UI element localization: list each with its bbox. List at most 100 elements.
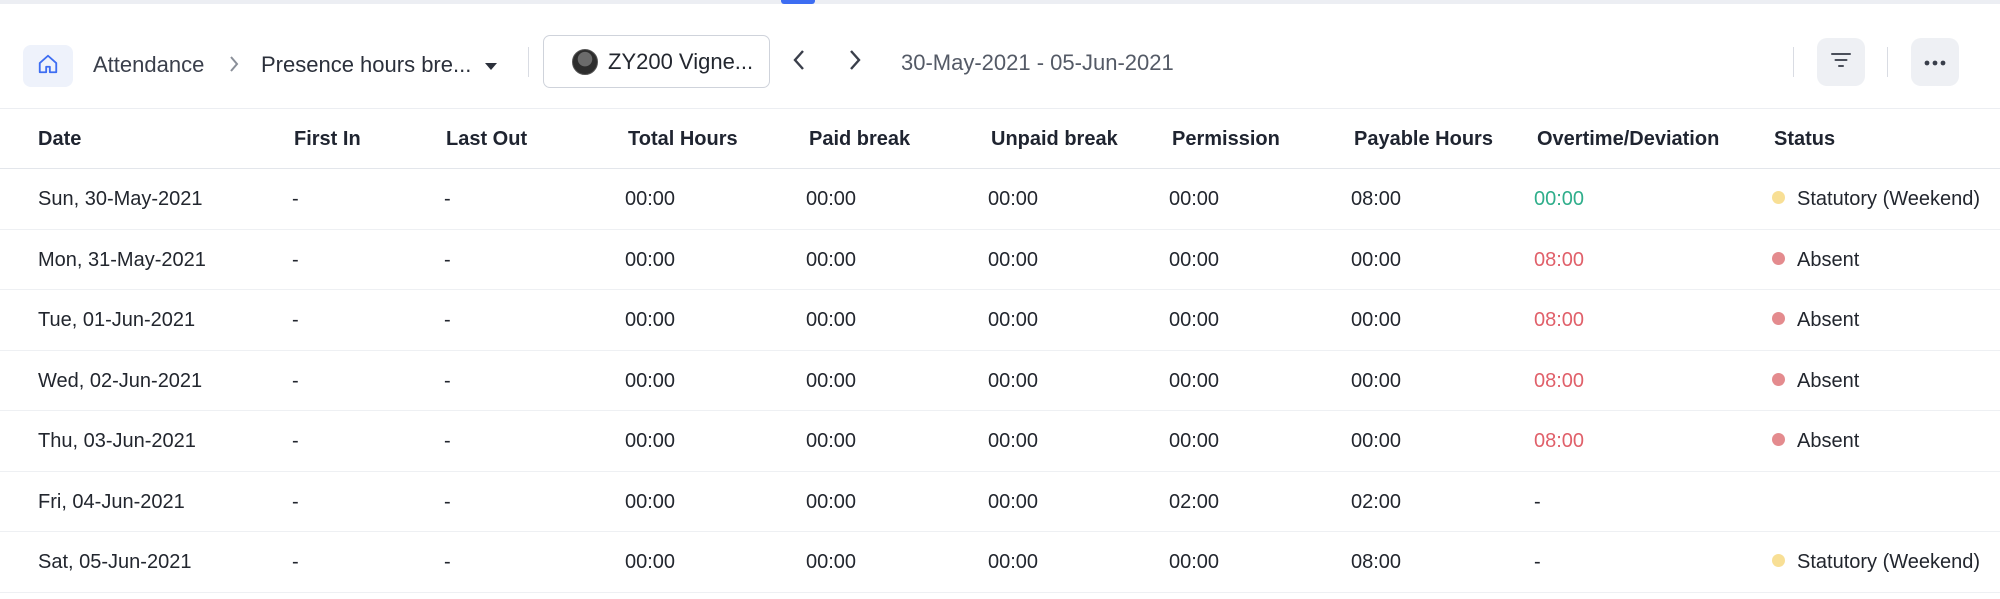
cell-permission: 00:00: [1169, 248, 1220, 271]
cell-overtime-deviation: 00:00: [1534, 188, 1585, 210]
cell-total-hours: 00:00: [625, 490, 676, 513]
column-header-unpaid-break[interactable]: Unpaid break: [991, 128, 1118, 151]
next-week-button[interactable]: [841, 48, 869, 76]
status-dot: [1772, 433, 1785, 446]
table-row[interactable]: Tue, 01-Jun-2021 - - 00:00 00:00 00:00 0…: [0, 290, 2000, 351]
column-header-payable-hours[interactable]: Payable Hours: [1354, 128, 1493, 151]
cell-paid-break: 00:00: [806, 309, 857, 331]
table-row[interactable]: Wed, 02-Jun-2021 - - 00:00 00:00 00:00 0…: [0, 351, 2000, 411]
cell-paid-break: 00:00: [806, 248, 857, 271]
status-dot: [1772, 312, 1785, 325]
column-header-overtime-deviation[interactable]: Overtime/Deviation: [1537, 128, 1719, 151]
cell-paid-break: 00:00: [806, 490, 857, 513]
cell-unpaid-break: 00:00: [988, 490, 1039, 513]
cell-payable-hours: 08:00: [1351, 551, 1402, 573]
status-label: Absent: [1797, 430, 1860, 452]
employee-selector[interactable]: ZY200 Vigne...: [543, 35, 770, 88]
cell-payable-hours: 02:00: [1351, 490, 1402, 513]
table-row[interactable]: Thu, 03-Jun-2021 - - 00:00 00:00 00:00 0…: [0, 411, 2000, 472]
cell-payable-hours: 00:00: [1351, 309, 1402, 331]
cell-date: Mon, 31-May-2021: [38, 248, 206, 271]
cell-first-in: -: [292, 248, 299, 271]
cell-paid-break: 00:00: [806, 551, 857, 573]
filter-icon: [1830, 51, 1852, 74]
cell-unpaid-break: 00:00: [988, 369, 1039, 392]
column-header-status[interactable]: Status: [1774, 128, 1835, 151]
cell-last-out: -: [444, 551, 451, 573]
employee-label: ZY200 Vigne...: [608, 48, 754, 74]
status-label: Statutory (Weekend): [1797, 188, 1981, 210]
cell-payable-hours: 00:00: [1351, 430, 1402, 452]
cell-last-out: -: [444, 188, 451, 210]
status-dot: [1772, 191, 1785, 204]
cell-first-in: -: [292, 490, 299, 513]
column-header-total-hours[interactable]: Total Hours: [628, 128, 738, 151]
cell-status: Statutory (Weekend): [1772, 188, 1980, 211]
more-horizontal-icon: [1924, 53, 1946, 71]
presence-hours-table: Date First In Last Out Total Hours Paid …: [0, 108, 2000, 593]
cell-first-in: -: [292, 188, 299, 210]
cell-total-hours: 00:00: [625, 551, 676, 573]
column-header-date[interactable]: Date: [38, 128, 81, 151]
view-selector[interactable]: Presence hours bre...: [261, 52, 498, 78]
cell-paid-break: 00:00: [806, 430, 857, 452]
cell-unpaid-break: 00:00: [988, 551, 1039, 573]
previous-week-button[interactable]: [785, 48, 813, 76]
table-body: Sun, 30-May-2021 - - 00:00 00:00 00:00 0…: [0, 169, 2000, 593]
view-selector-label: Presence hours bre...: [261, 52, 472, 77]
toolbar: Attendance Presence hours bre... ZY200 V…: [0, 4, 2000, 108]
cell-permission: 00:00: [1169, 188, 1220, 210]
cell-date: Tue, 01-Jun-2021: [38, 309, 196, 331]
cell-unpaid-break: 00:00: [988, 430, 1039, 452]
cell-unpaid-break: 00:00: [988, 248, 1039, 271]
cell-last-out: -: [444, 248, 451, 271]
cell-status: Absent: [1772, 370, 1859, 393]
date-range[interactable]: 30-May-2021 - 05-Jun-2021: [901, 50, 1174, 76]
cell-date: Sat, 05-Jun-2021: [38, 551, 192, 573]
cell-paid-break: 00:00: [806, 188, 857, 210]
cell-last-out: -: [444, 309, 451, 331]
column-header-last-out[interactable]: Last Out: [446, 128, 527, 151]
cell-total-hours: 00:00: [625, 430, 676, 452]
cell-permission: 02:00: [1169, 490, 1220, 513]
column-header-permission[interactable]: Permission: [1172, 128, 1280, 151]
cell-first-in: -: [292, 430, 299, 452]
divider: [1887, 47, 1888, 77]
cell-paid-break: 00:00: [806, 369, 857, 392]
column-header-first-in[interactable]: First In: [294, 128, 361, 151]
cell-payable-hours: 08:00: [1351, 188, 1402, 210]
cell-status: Absent: [1772, 249, 1859, 272]
cell-last-out: -: [444, 490, 451, 513]
column-header-paid-break[interactable]: Paid break: [809, 128, 910, 151]
status-dot: [1772, 372, 1785, 386]
cell-date: Thu, 03-Jun-2021: [38, 430, 196, 452]
cell-date: Sun, 30-May-2021: [38, 188, 203, 210]
home-button[interactable]: [23, 45, 73, 87]
cell-permission: 00:00: [1169, 369, 1220, 392]
cell-total-hours: 00:00: [625, 248, 676, 271]
cell-status: Absent: [1772, 309, 1859, 332]
cell-permission: 00:00: [1169, 551, 1220, 573]
table-row[interactable]: Mon, 31-May-2021 - - 00:00 00:00 00:00 0…: [0, 230, 2000, 290]
breadcrumb-attendance[interactable]: Attendance: [93, 52, 204, 78]
cell-unpaid-break: 00:00: [988, 188, 1039, 210]
status-dot: [1772, 554, 1785, 567]
status-label: Absent: [1797, 309, 1860, 331]
cell-date: Fri, 04-Jun-2021: [38, 490, 185, 513]
table-row[interactable]: Fri, 04-Jun-2021 - - 00:00 00:00 00:00 0…: [0, 472, 2000, 532]
cell-permission: 00:00: [1169, 309, 1220, 331]
table-row[interactable]: Sun, 30-May-2021 - - 00:00 00:00 00:00 0…: [0, 169, 2000, 230]
status-dot: [1772, 251, 1785, 265]
cell-overtime-deviation: -: [1534, 490, 1541, 513]
table-row[interactable]: Sat, 05-Jun-2021 - - 00:00 00:00 00:00 0…: [0, 532, 2000, 593]
caret-down-icon: [485, 62, 498, 70]
cell-payable-hours: 00:00: [1351, 248, 1402, 271]
filter-button[interactable]: [1817, 38, 1865, 86]
cell-overtime-deviation: 08:00: [1534, 248, 1585, 271]
cell-first-in: -: [292, 551, 299, 573]
divider: [528, 47, 529, 77]
cell-first-in: -: [292, 309, 299, 331]
cell-overtime-deviation: 08:00: [1534, 309, 1585, 331]
cell-permission: 00:00: [1169, 430, 1220, 452]
more-options-button[interactable]: [1911, 38, 1959, 86]
